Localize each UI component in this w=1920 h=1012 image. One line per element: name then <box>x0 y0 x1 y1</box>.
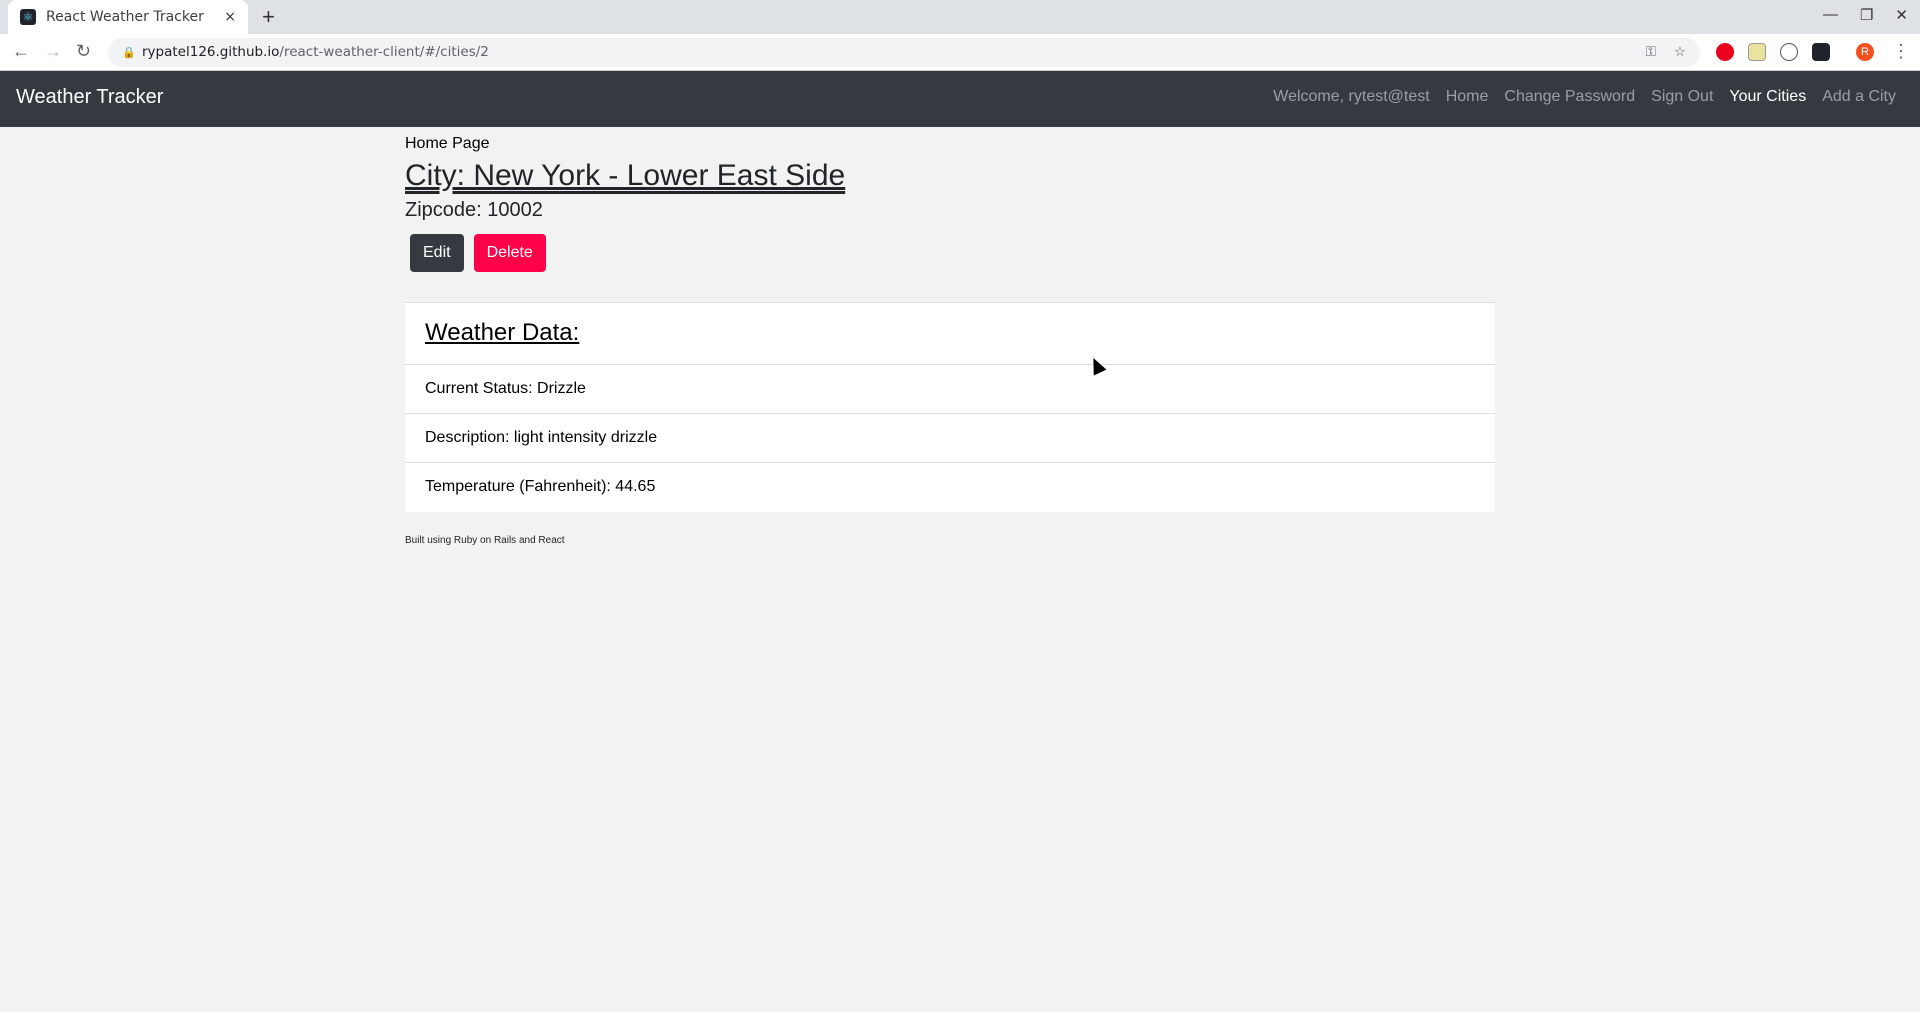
bookmark-star-icon[interactable]: ☆ <box>1674 38 1686 67</box>
close-window-icon[interactable]: ✕ <box>1895 6 1908 24</box>
browser-tab-strip: ⚛ React Weather Tracker × + — ❐ ✕ <box>0 0 1920 34</box>
lock-icon: 🔒 <box>122 46 136 59</box>
minimize-icon[interactable]: — <box>1823 6 1838 24</box>
footer-text: Built using Ruby on Rails and React <box>405 535 565 546</box>
city-title: City: New York - Lower East Side <box>405 159 846 192</box>
browser-tab[interactable]: ⚛ React Weather Tracker × <box>8 0 248 34</box>
welcome-text: Welcome, rytest@test <box>1273 88 1430 105</box>
browser-toolbar: ← → ↻ 🔒 rypatel126.github.io/react-weath… <box>0 34 1920 71</box>
adblock-extension-icon[interactable] <box>1716 43 1734 61</box>
reload-icon[interactable]: ↻ <box>76 41 91 62</box>
react-devtools-icon[interactable] <box>1812 43 1830 61</box>
close-tab-icon[interactable]: × <box>224 9 236 25</box>
weather-temperature: Temperature (Fahrenheit): 44.65 <box>425 478 656 495</box>
address-bar[interactable]: 🔒 rypatel126.github.io/react-weather-cli… <box>108 38 1700 67</box>
back-icon[interactable]: ← <box>12 41 30 62</box>
react-favicon-icon: ⚛ <box>20 9 36 25</box>
nav-your-cities[interactable]: Your Cities <box>1729 88 1806 106</box>
forward-icon[interactable]: → <box>44 41 62 62</box>
url-path: /react-weather-client/#/cities/2 <box>279 44 489 60</box>
delete-button[interactable]: Delete <box>473 234 546 272</box>
restore-icon[interactable]: ❐ <box>1860 6 1873 24</box>
nav-sign-out[interactable]: Sign Out <box>1651 88 1713 106</box>
edit-button[interactable]: Edit <box>410 234 464 272</box>
menu-kebab-icon[interactable]: ⋮ <box>1892 41 1910 62</box>
new-tab-button[interactable]: + <box>262 4 275 30</box>
key-icon[interactable]: ⚿ <box>1646 38 1656 67</box>
home-page-link[interactable]: Home Page <box>405 135 1495 153</box>
notepad-extension-icon[interactable] <box>1748 43 1766 61</box>
zipcode: Zipcode: 10002 <box>405 199 543 221</box>
nav-change-password[interactable]: Change Password <box>1504 88 1635 106</box>
weather-description: Description: light intensity drizzle <box>405 414 1495 463</box>
nav-add-city[interactable]: Add a City <box>1822 88 1896 106</box>
navbar-brand[interactable]: Weather Tracker <box>16 86 163 109</box>
json-extension-icon[interactable] <box>1780 43 1798 61</box>
app-navbar: Weather Tracker Welcome, rytest@test Hom… <box>0 71 1920 127</box>
weather-status: Current Status: Drizzle <box>405 365 1495 414</box>
profile-avatar[interactable]: R <box>1856 43 1874 61</box>
url-host: rypatel126.github.io <box>142 44 280 60</box>
main-content: Home Page City: New York - Lower East Si… <box>405 127 1495 546</box>
weather-card: Weather Data: Current Status: Drizzle De… <box>405 302 1495 512</box>
weather-card-header: Weather Data: <box>425 319 580 346</box>
tab-title: React Weather Tracker <box>46 9 204 25</box>
nav-home[interactable]: Home <box>1446 88 1489 106</box>
